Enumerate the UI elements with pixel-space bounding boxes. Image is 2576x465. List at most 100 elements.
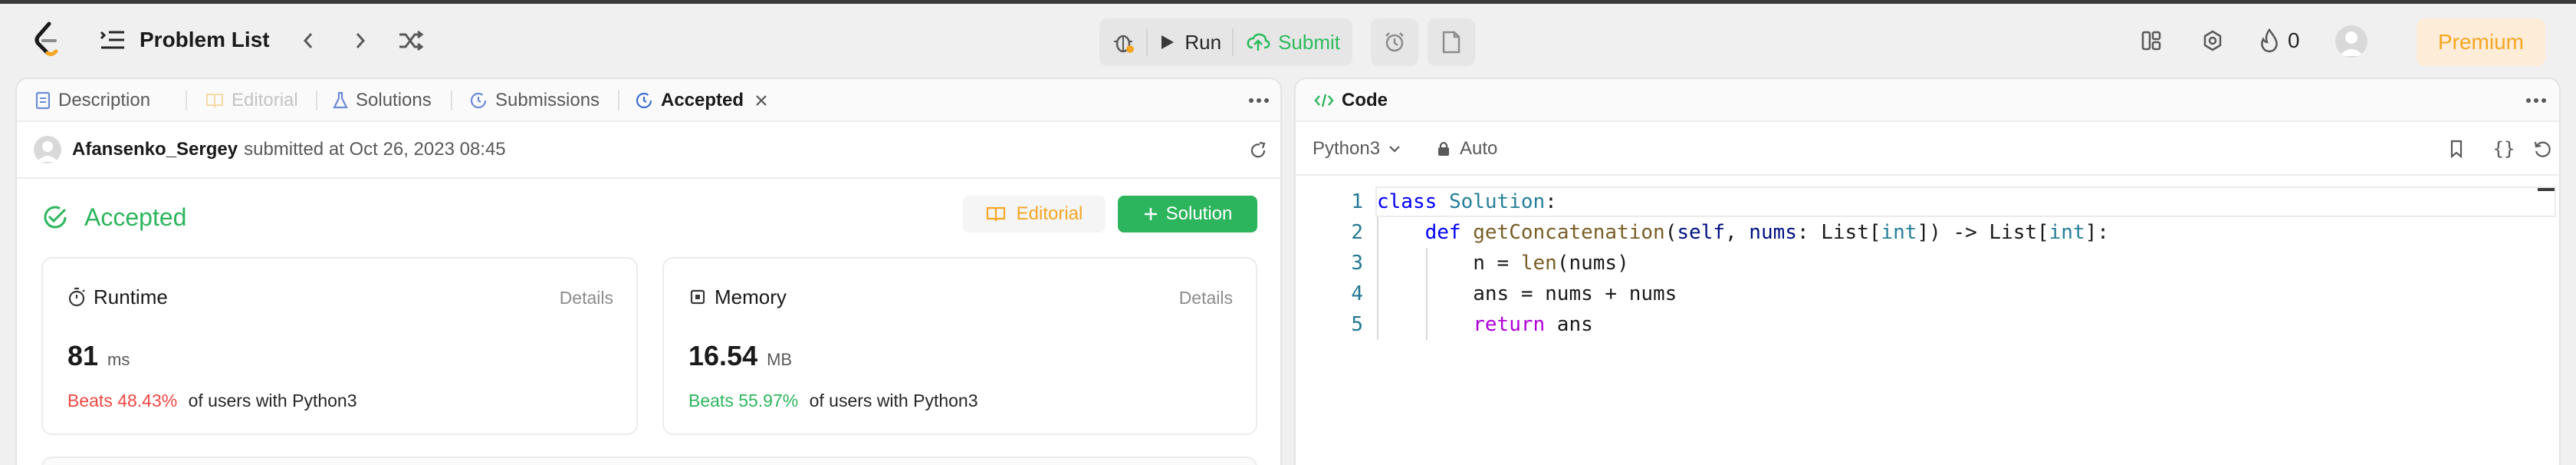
format-code-button[interactable]: {} [2489,134,2519,163]
streak-counter[interactable]: 0 [2259,24,2300,58]
leetcode-logo[interactable] [32,21,63,59]
code-line-5: return ans [1473,313,1593,336]
layout-icon [2141,31,2161,51]
chevron-left-icon [303,33,313,48]
play-icon [1162,35,1175,49]
cloud-upload-icon [1247,33,1270,51]
tab-accepted[interactable]: Accepted [635,79,768,122]
code-panel: Code Python3 Auto {} 1 2 3 4 5 class Sol… [1294,78,2561,465]
alarm-clock-icon [1385,32,1404,52]
next-problem-button[interactable] [345,25,376,56]
status-accepted: Accepted [84,203,187,231]
code-line-2: def getConcatenation(self, nums: List[in… [1424,221,2109,244]
tab-submissions-label: Submissions [495,90,600,110]
submission-panel: Description Editorial Solutions Submissi… [15,78,1282,465]
more-horizontal-icon [1249,98,1269,103]
tab-solutions-label: Solutions [356,90,432,110]
top-navbar: Problem List Run Submit 0 Premium [0,4,2576,76]
check-circle-icon [44,206,67,229]
bookmark-button[interactable] [2443,134,2470,163]
avatar[interactable] [2335,25,2367,58]
random-problem-button[interactable] [394,25,428,56]
submitter-row: Afansenko_Sergey submitted at Oct 26, 20… [17,122,1280,179]
debug-button[interactable] [1099,18,1146,66]
memory-label: Memory [715,285,787,308]
language-label: Python3 [1313,138,1381,159]
tab-editorial-label: Editorial [232,90,298,110]
runtime-card[interactable]: Runtime Details 81 ms Beats 48.43% of us… [41,257,638,435]
premium-button[interactable]: Premium [2417,18,2545,66]
tab-solutions[interactable]: Solutions [333,79,432,122]
stopwatch-icon [68,287,85,307]
solution-button-label: Solution [1165,203,1233,224]
editor-toolbar: Python3 Auto {} [1296,122,2559,176]
runtime-unit: ms [107,350,130,369]
line-number: 4 [1351,282,1363,305]
code-line-3: n = len (nums) [1377,252,1629,275]
runtime-header: Runtime [67,282,168,312]
settings-button[interactable] [2197,25,2228,56]
more-horizontal-icon [2526,98,2546,103]
layout-button[interactable] [2136,25,2167,56]
notes-button[interactable] [1428,18,1475,66]
memory-beats: Beats 55.97% [688,391,799,411]
panel-resize-handle[interactable] [1285,78,1291,465]
bug-icon [1113,35,1134,53]
submit-button[interactable]: Submit [1234,18,1352,66]
run-button[interactable]: Run [1148,18,1232,66]
tab-code[interactable]: Code [1314,79,1388,122]
list-icon [100,29,126,51]
runtime-beats-row: Beats 48.43% of users with Python3 [67,391,357,411]
tab-description-label: Description [58,90,151,110]
chevron-right-icon [356,33,366,48]
run-submit-group: Run Submit [1099,18,1352,66]
prev-problem-button[interactable] [293,25,324,56]
reset-icon [2534,141,2551,157]
memory-unit: MB [767,350,793,369]
language-select[interactable]: Python3 [1313,134,1401,163]
tab-editorial[interactable]: Editorial [205,79,298,122]
runtime-beats: Beats 48.43% [67,391,178,411]
auto-mode-label: Auto [1460,138,1498,159]
code-editor[interactable]: 1 2 3 4 5 class Solution: def getConcate… [1296,177,2559,465]
tab-divider [316,79,317,122]
close-icon[interactable] [754,94,768,107]
runtime-value-row: 81 ms [67,340,130,372]
plus-icon [1144,208,1157,220]
tab-submissions[interactable]: Submissions [469,79,600,122]
memory-value-row: 16.54 MB [688,340,792,372]
reset-code-button[interactable] [2528,134,2556,163]
line-number: 3 [1351,252,1363,275]
flask-icon [333,91,348,110]
code-line-1: class Solution: [1377,190,1557,213]
fire-icon [2261,28,2278,53]
history-icon [469,91,488,110]
tab-description[interactable]: Description [35,79,150,122]
runtime-details-link[interactable]: Details [560,288,613,308]
memory-card[interactable]: Memory Details 16.54 MB Beats 55.97% of … [662,257,1257,435]
runtime-label: Runtime [94,285,168,308]
memory-beats-row: Beats 55.97% of users with Python3 [688,391,978,411]
chevron-down-icon [1389,146,1400,153]
code-panel-menu-button[interactable] [2521,85,2551,116]
bookmark-icon [2450,140,2463,158]
code-line-4: ans = nums + nums [1377,282,1677,305]
line-number: 5 [1351,313,1363,336]
timer-button[interactable] [1371,18,1418,66]
problem-list-button[interactable]: Problem List [100,22,270,58]
post-solution-button[interactable]: Solution [1118,196,1257,232]
user-icon [37,141,58,162]
history-icon [635,91,653,110]
submit-label: Submit [1278,30,1340,54]
book-icon [205,92,224,109]
avatar[interactable] [34,136,61,163]
auto-mode-toggle[interactable]: Auto [1437,134,1497,163]
run-label: Run [1184,30,1222,54]
editorial-button[interactable]: Editorial [963,196,1106,232]
memory-value: 16.54 [688,340,758,371]
left-tabbar: Description Editorial Solutions Submissi… [17,79,1280,122]
share-button[interactable] [1244,136,1273,165]
memory-details-link[interactable]: Details [1179,288,1233,308]
submitter-name[interactable]: Afansenko_Sergey [72,139,238,160]
panel-menu-button[interactable] [1244,85,1274,116]
